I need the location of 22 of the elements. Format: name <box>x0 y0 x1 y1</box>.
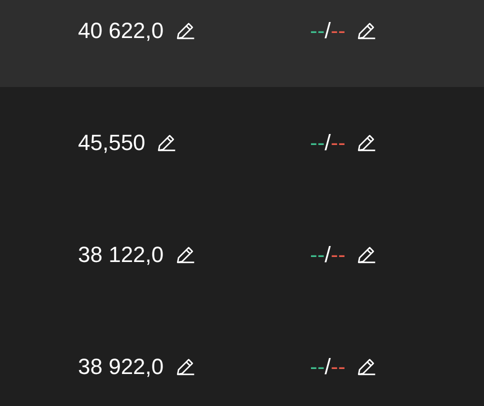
separator: / <box>324 18 331 44</box>
separator: / <box>324 354 331 380</box>
edit-icon[interactable] <box>355 132 378 154</box>
take-profit-value: -- <box>310 18 325 44</box>
edit-icon[interactable] <box>155 132 178 154</box>
price-value: 38 922,0 <box>78 354 164 380</box>
take-profit-value: -- <box>310 242 325 268</box>
edit-icon[interactable] <box>355 20 378 42</box>
stop-loss-value: -- <box>330 354 346 380</box>
take-profit-value: -- <box>310 354 325 380</box>
separator: / <box>324 242 331 268</box>
price-value: 40 622,0 <box>78 18 164 44</box>
position-row[interactable]: 40 622,0 --/-- <box>0 0 484 87</box>
stop-loss-value: -- <box>330 18 346 44</box>
stop-loss-value: -- <box>330 130 346 156</box>
stop-loss-value: -- <box>330 242 346 268</box>
edit-icon[interactable] <box>355 356 378 378</box>
take-profit-value: -- <box>310 130 325 156</box>
price-value: 45,550 <box>78 130 146 156</box>
separator: / <box>324 130 331 156</box>
price-value: 38 122,0 <box>78 242 164 268</box>
edit-icon[interactable] <box>355 244 378 266</box>
